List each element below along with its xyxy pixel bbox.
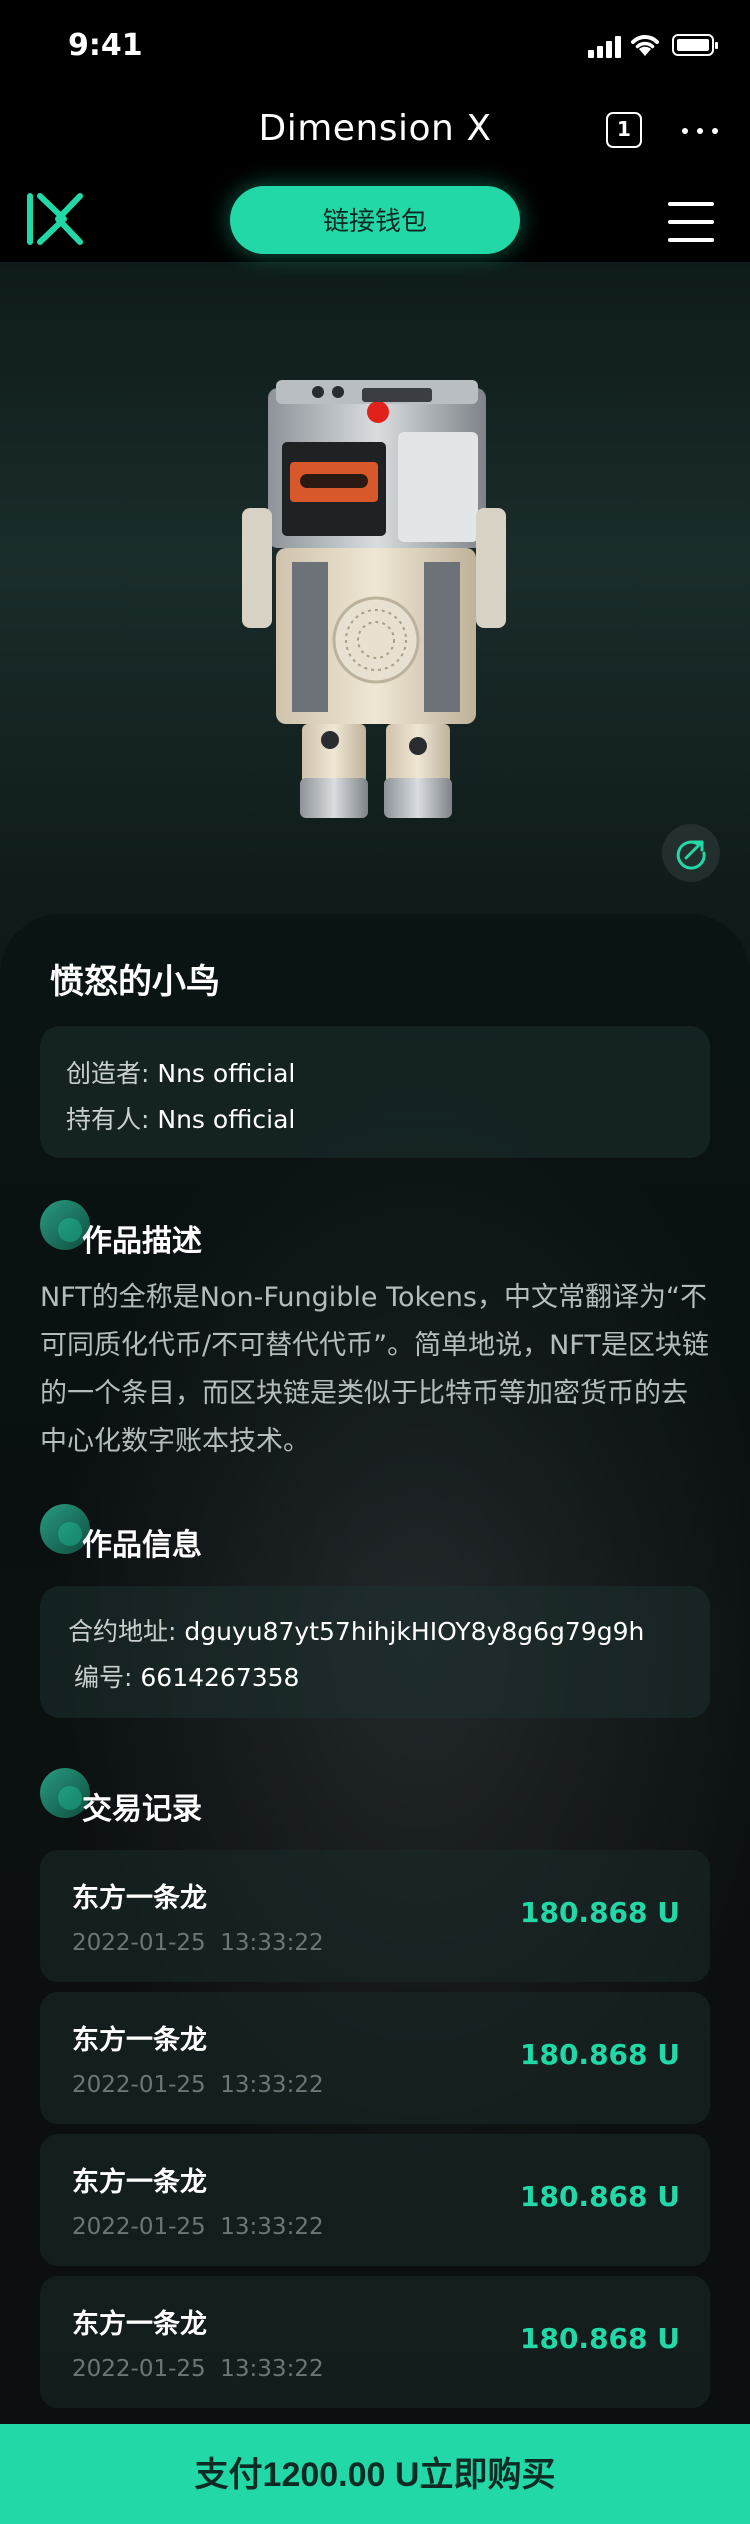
- number-label: 编号:: [74, 1663, 133, 1692]
- transaction-time: 2022-01-25 13:33:22: [72, 2214, 324, 2240]
- buyer-name: 东方一条龙: [72, 2167, 207, 2198]
- nft-hero: [0, 262, 750, 922]
- buyer-name: 东方一条龙: [72, 2025, 207, 2056]
- transaction-time: 2022-01-25 13:33:22: [72, 2072, 324, 2098]
- ownership-card: 创造者: Nns official 持有人: Nns official: [40, 1026, 710, 1158]
- transaction-time: 2022-01-25 13:33:22: [72, 2356, 324, 2382]
- number-row: 编号: 6614267358: [74, 1658, 299, 1694]
- transaction-amount: 180.868 U: [519, 2180, 680, 2213]
- transaction-row[interactable]: 东方一条龙 2022-01-25 13:33:22 180.868 U: [40, 1850, 710, 1982]
- transaction-amount: 180.868 U: [519, 1896, 680, 1929]
- transaction-time: 2022-01-25 13:33:22: [72, 1930, 324, 1956]
- description-title: 作品描述: [82, 1224, 202, 1259]
- transactions-title: 交易记录: [82, 1792, 202, 1827]
- contract-row: 合约地址: dguyu87yt57hihjkHIOY8y8g6g79g9h: [68, 1612, 644, 1648]
- buyer-name: 东方一条龙: [72, 2309, 207, 2340]
- title-bar: Dimension X 1: [0, 100, 750, 164]
- owner-row: 持有人: Nns official: [66, 1100, 295, 1136]
- transaction-amount: 180.868 U: [519, 2322, 680, 2355]
- creator-value: Nns official: [157, 1059, 296, 1088]
- status-time: 9:41: [68, 28, 143, 63]
- nft-name: 愤怒的小鸟: [50, 962, 220, 1002]
- buy-now-button[interactable]: 支付1200.00 U立即购买: [0, 2424, 750, 2524]
- transactions-heading: 交易记录: [40, 1768, 440, 1827]
- contract-value[interactable]: dguyu87yt57hihjkHIOY8y8g6g79g9h: [184, 1617, 644, 1646]
- nft-image: [242, 380, 506, 818]
- contract-label: 合约地址:: [68, 1617, 177, 1646]
- info-title: 作品信息: [82, 1528, 202, 1563]
- dimension-x-logo[interactable]: [24, 188, 86, 250]
- transaction-row[interactable]: 东方一条龙 2022-01-25 13:33:22 180.868 U: [40, 2134, 710, 2266]
- connect-wallet-button[interactable]: 链接钱包: [230, 186, 520, 254]
- share-button[interactable]: [662, 824, 720, 882]
- wifi-icon: [631, 35, 659, 56]
- detail-panel: 愤怒的小鸟 创造者: Nns official 持有人: Nns officia…: [0, 914, 750, 2524]
- buyer-name: 东方一条龙: [72, 1883, 207, 1914]
- creator-label: 创造者:: [66, 1059, 150, 1088]
- more-icon[interactable]: [682, 128, 718, 134]
- transaction-row[interactable]: 东方一条龙 2022-01-25 13:33:22 180.868 U: [40, 2276, 710, 2408]
- status-bar: 9:41: [0, 0, 750, 88]
- info-card: 合约地址: dguyu87yt57hihjkHIOY8y8g6g79g9h 编号…: [40, 1586, 710, 1718]
- owner-value: Nns official: [157, 1105, 296, 1134]
- battery-icon: [672, 34, 718, 56]
- share-icon: [676, 840, 706, 870]
- menu-icon[interactable]: [668, 200, 714, 244]
- info-heading: 作品信息: [40, 1504, 440, 1563]
- signal-icon: [588, 36, 622, 58]
- transaction-amount: 180.868 U: [519, 2038, 680, 2071]
- transaction-row[interactable]: 东方一条龙 2022-01-25 13:33:22 180.868 U: [40, 1992, 710, 2124]
- app-page: 9:41 Dimension X 1 链接钱包 愤怒的小鸟 创造者: Nns o…: [0, 0, 750, 2524]
- creator-row: 创造者: Nns official: [66, 1054, 295, 1090]
- description-heading: 作品描述: [40, 1200, 440, 1259]
- description-text: NFT的全称是Non-Fungible Tokens，中文常翻译为“不可同质化代…: [40, 1282, 709, 1457]
- number-value: 6614267358: [140, 1663, 300, 1692]
- tab-count-icon[interactable]: 1: [606, 112, 642, 148]
- nav-bar: 链接钱包: [0, 180, 750, 262]
- owner-label: 持有人:: [66, 1105, 150, 1134]
